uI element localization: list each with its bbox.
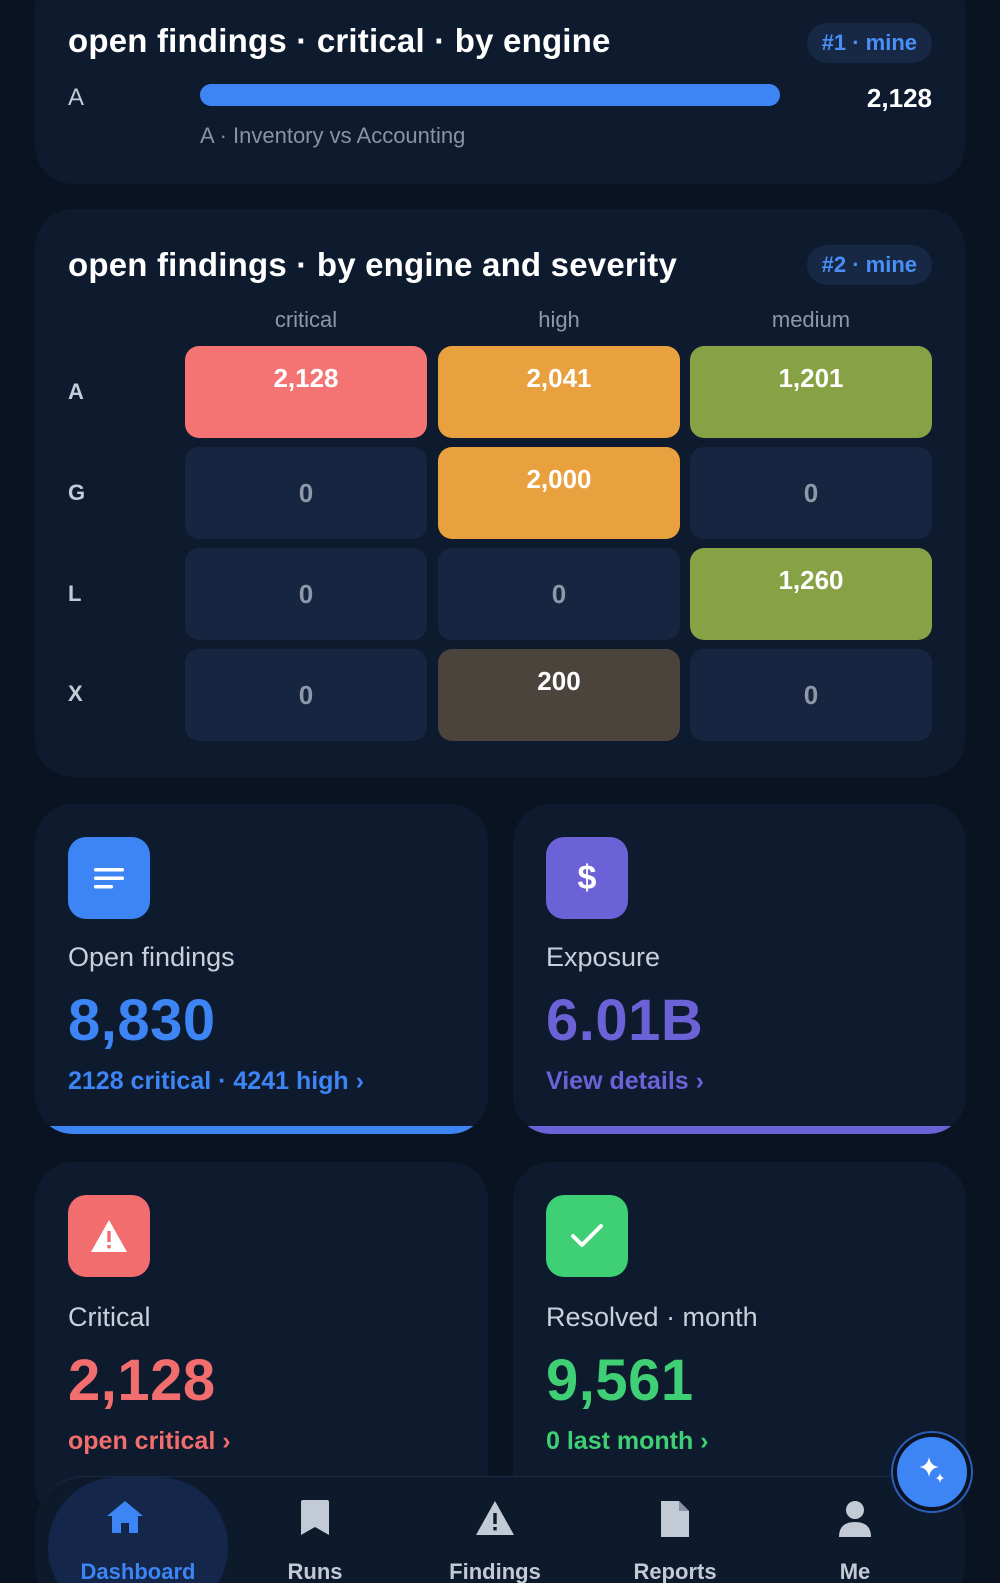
column-header-high: high — [538, 307, 580, 332]
home-icon — [105, 1499, 145, 1540]
open-findings-tile[interactable]: Open findings 8,830 2128 critical · 4241… — [35, 804, 488, 1134]
tile-label: Resolved · month — [546, 1302, 758, 1332]
engine-bar-sublabel: A · Inventory vs Accounting — [200, 123, 466, 148]
tile-value: 9,561 — [546, 1348, 694, 1413]
heatmap-cell-x-medium[interactable]: 0 — [690, 649, 932, 741]
tile-value: 2,128 — [68, 1348, 216, 1413]
tile-accent-bar — [35, 1126, 488, 1134]
tile-link[interactable]: 0 last month › — [546, 1427, 709, 1456]
row-header-g: G — [68, 480, 86, 505]
heatmap-cell-g-high[interactable]: 2,000 — [438, 447, 680, 539]
tile-label: Critical — [68, 1302, 151, 1332]
row-header-l: L — [68, 581, 82, 606]
critical-tile[interactable]: Critical 2,128 open critical › — [35, 1162, 488, 1522]
tile-value: 8,830 — [68, 988, 216, 1053]
engine-bar-value: 2,128 — [866, 83, 932, 113]
nav-label: Runs — [287, 1559, 343, 1583]
heatmap-cell-a-medium[interactable]: 1,201 — [690, 346, 932, 438]
card-title: open findings · critical · by engine — [68, 22, 611, 59]
heatmap-cell-l-critical[interactable]: 0 — [185, 548, 427, 640]
exposure-tile[interactable]: $ Exposure 6.01B View details › — [513, 804, 966, 1134]
list-icon — [68, 837, 150, 919]
nav-item-dashboard[interactable]: Dashboard — [35, 1477, 228, 1583]
heatmap-cell-g-medium[interactable]: 0 — [690, 447, 932, 539]
dollar-icon: $ — [546, 837, 628, 919]
nav-label: Findings — [449, 1559, 541, 1583]
tile-link[interactable]: open critical › — [68, 1427, 231, 1456]
engine-row-label: A — [68, 84, 85, 111]
heatmap-cell-l-medium[interactable]: 1,260 — [690, 548, 932, 640]
warning-icon — [68, 1195, 150, 1277]
row-header-a: A — [68, 379, 84, 404]
nav-label: Me — [839, 1559, 871, 1583]
nav-item-findings[interactable]: Findings — [405, 1477, 585, 1583]
card-badge[interactable]: #1 · mine — [806, 23, 932, 63]
engine-bar-track[interactable] — [200, 84, 780, 106]
nav-item-runs[interactable]: Runs — [225, 1477, 405, 1583]
heatmap-cell-a-critical[interactable]: 2,128 — [185, 346, 427, 438]
row-header-x: X — [68, 681, 83, 706]
tile-link[interactable]: View details › — [546, 1067, 704, 1096]
sparkle-icon — [915, 1453, 949, 1492]
engine-severity-heatmap-card: open findings · by engine and severity #… — [35, 209, 965, 777]
tile-link[interactable]: 2128 critical · 4241 high › — [68, 1067, 364, 1096]
tile-label: Exposure — [546, 942, 661, 972]
card-badge[interactable]: #2 · mine — [806, 245, 932, 285]
bottom-nav: Dashboard Runs Findings Reports Me — [35, 1476, 965, 1583]
bookmark-icon — [298, 1499, 332, 1542]
check-icon — [546, 1195, 628, 1277]
person-icon — [837, 1499, 873, 1544]
nav-label: Dashboard — [80, 1559, 196, 1583]
column-header-critical: critical — [274, 307, 338, 332]
heatmap-cell-l-high[interactable]: 0 — [438, 548, 680, 640]
heatmap-cell-a-high[interactable]: 2,041 — [438, 346, 680, 438]
tile-value: 6.01B — [546, 988, 704, 1053]
tile-label: Open findings — [68, 942, 235, 972]
warning-icon — [474, 1499, 516, 1542]
nav-label: Reports — [633, 1559, 717, 1583]
ai-assistant-fab[interactable] — [893, 1433, 971, 1511]
heatmap-cell-x-high[interactable]: 200 — [438, 649, 680, 741]
heatmap-cell-x-critical[interactable]: 0 — [185, 649, 427, 741]
nav-item-reports[interactable]: Reports — [585, 1477, 765, 1583]
tile-accent-bar — [513, 1126, 966, 1134]
card-title: open findings · by engine and severity — [68, 246, 678, 283]
engine-bar-fill — [200, 84, 780, 106]
column-header-medium: medium — [771, 307, 851, 332]
document-icon — [659, 1499, 691, 1544]
critical-by-engine-card: open findings · critical · by engine #1 … — [35, 0, 965, 184]
heatmap-cell-g-critical[interactable]: 0 — [185, 447, 427, 539]
